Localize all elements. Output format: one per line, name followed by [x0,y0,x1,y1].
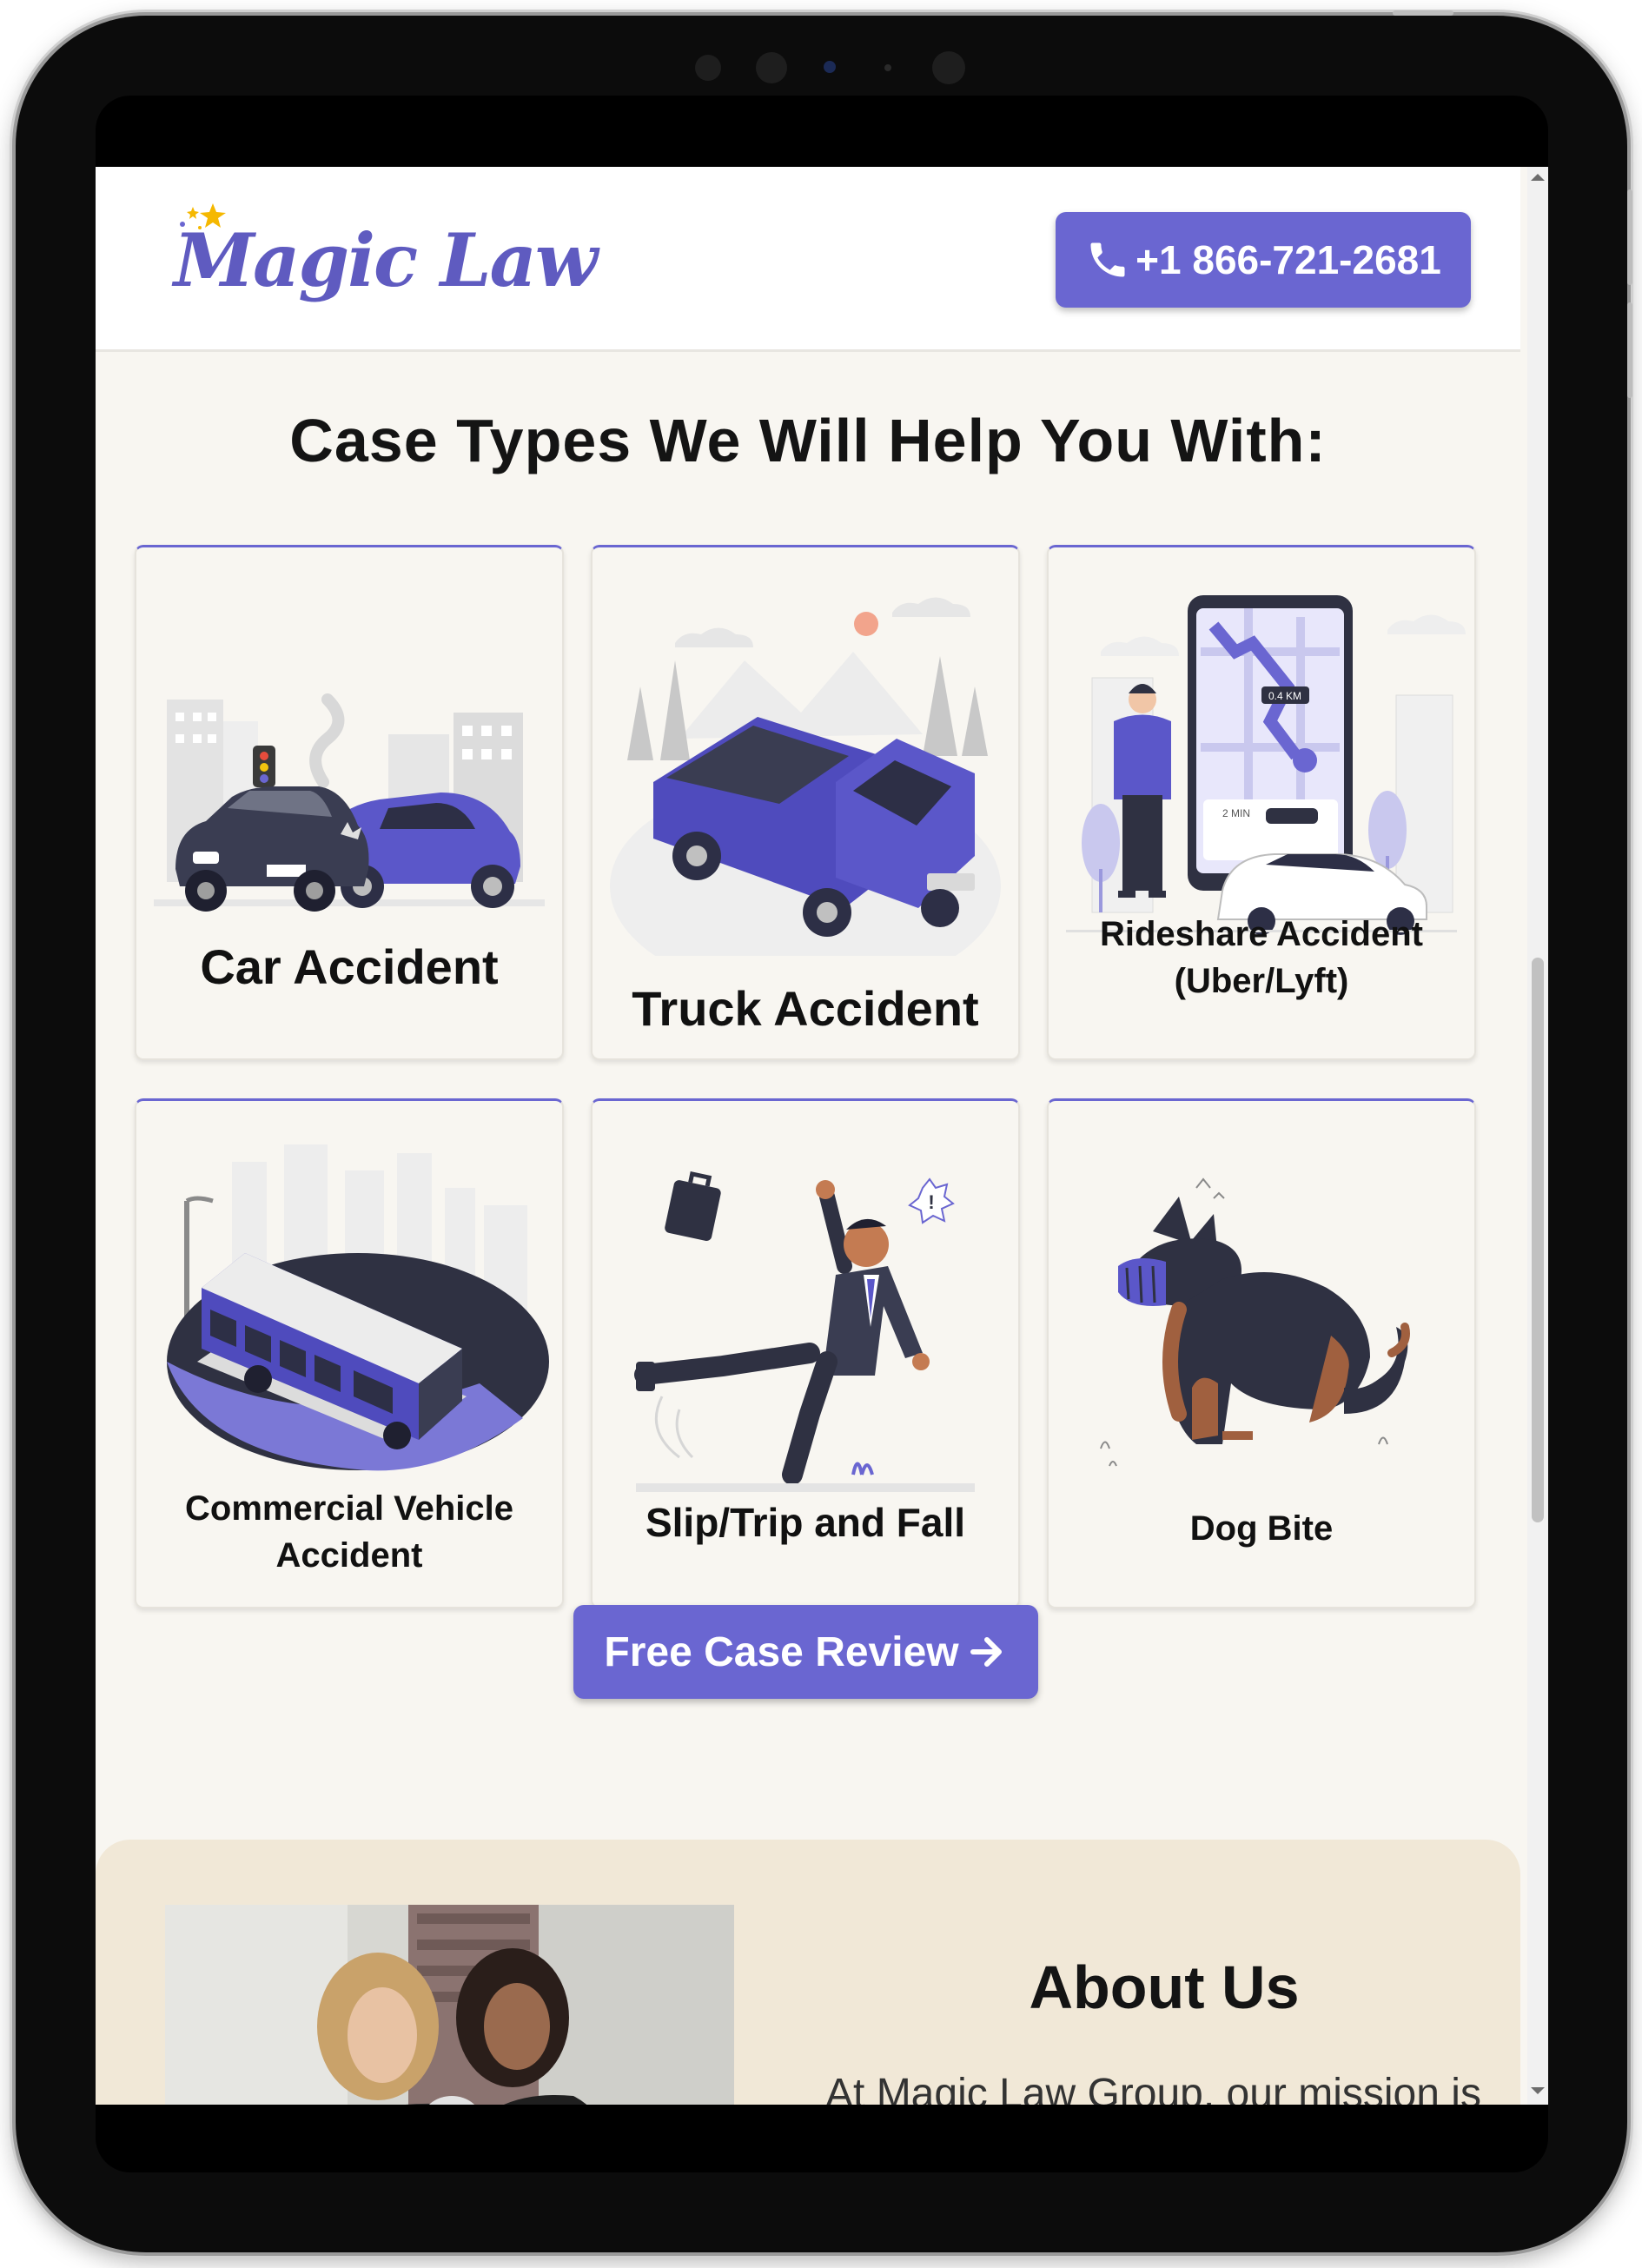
card-label: Commercial Vehicle Accident [185,1489,513,1575]
magic-law-logo[interactable]: Magic Law [174,200,598,322]
scroll-up-arrow-icon[interactable] [1531,174,1545,181]
card-label: Truck Accident [632,981,979,1036]
camera-bar [685,50,1015,85]
rideshare-illustration: 0.4 KM 2 MIN [1066,595,1466,935]
car-accident-illustration [154,693,545,912]
case-card-rideshare-accident[interactable]: 0.4 KM 2 MIN Rideshare Accident (Uber/Ly… [1047,545,1476,1060]
about-text: At Magic Law Group, our mission is [825,2071,1481,2105]
card-label: Dog Bite [1189,1509,1334,1548]
sensor-icon [695,55,721,81]
volume-down-button [1627,302,1632,398]
logo-text: Magic Law [174,217,598,303]
case-types-title: Case Types We Will Help You With: [289,407,1327,474]
cta-label: Free Case Review [604,1628,959,1675]
call-phone-button[interactable]: +1 866-721-2681 [1056,212,1471,308]
truck-accident-illustration [610,597,1001,956]
about-section: About Us At Magic Law Group, our mission… [96,1840,1520,2105]
sensor-icon [884,64,891,71]
phone-icon [1090,242,1125,277]
alert-icon: ! [928,1191,934,1213]
volume-up-button [1627,189,1632,285]
case-card-slip-trip-fall[interactable]: ! Slip/Trip and Fall [591,1098,1020,1608]
card-label: Car Accident [200,939,499,994]
site-header: Magic Law +1 866-721-2681 [96,167,1520,352]
scroll-down-arrow-icon[interactable] [1531,2087,1545,2094]
map-time-text: 2 MIN [1222,807,1250,819]
card-label: Slip/Trip and Fall [645,1500,966,1545]
web-page: Magic Law +1 866-721-2681 Case Types We … [96,167,1548,2105]
scrollbar-thumb[interactable] [1532,958,1544,1522]
camera-lens-icon [824,61,836,73]
arrow-right-icon [970,1637,1002,1667]
screen: Magic Law +1 866-721-2681 Case Types We … [96,96,1548,2172]
case-card-car-accident[interactable]: Car Accident [135,545,564,1060]
dog-illustration [1100,1177,1410,1467]
about-photo [165,1905,734,2105]
about-title: About Us [1029,1953,1300,2021]
sensor-icon [756,52,787,83]
map-distance-text: 0.4 KM [1268,690,1301,702]
page-scrollbar[interactable] [1527,167,1548,2105]
slip-fall-illustration: ! [634,1170,975,1492]
free-case-review-button[interactable]: Free Case Review [573,1605,1038,1699]
tablet-frame: Magic Law +1 866-721-2681 Case Types We … [16,10,1632,2252]
team-photo-image [165,1905,734,2105]
phone-number: +1 866-721-2681 [1135,237,1441,282]
power-button [1393,10,1453,16]
case-card-commercial-vehicle-accident[interactable]: Commercial Vehicle Accident [135,1098,564,1608]
case-card-dog-bite[interactable]: Dog Bite [1047,1098,1476,1608]
case-card-truck-accident[interactable]: Truck Accident [591,545,1020,1060]
sensor-icon [932,51,965,84]
bus-illustration [167,1144,549,1471]
card-label: Rideshare Accident (Uber/Lyft) [1100,915,1423,1000]
